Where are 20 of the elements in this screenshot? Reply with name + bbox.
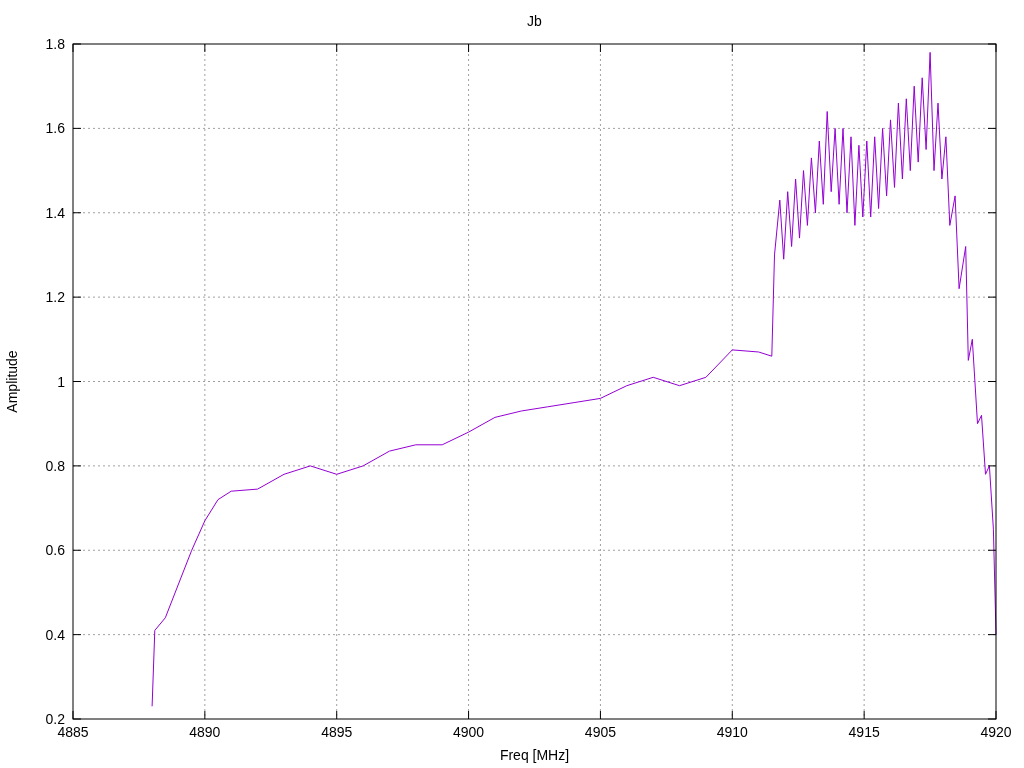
- axis-tick-label: 4905: [584, 724, 616, 740]
- axis-tick-label: 0.8: [45, 457, 65, 474]
- axis-tick-label: 4900: [453, 724, 485, 740]
- axis-tick-label: 0.6: [45, 542, 65, 559]
- axis-tick-label: 4895: [321, 724, 353, 740]
- chart-title: Jb: [527, 13, 542, 29]
- axis-tick-label: 4890: [189, 724, 221, 740]
- axis-tick-label: 1: [57, 373, 65, 390]
- axis-tick-label: 4920: [980, 724, 1012, 740]
- axis-tick-label: 4915: [848, 724, 880, 740]
- axis-tick-label: 1.2: [45, 289, 65, 306]
- axis-title: Amplitude: [4, 350, 20, 413]
- axis-tick-label: 4910: [716, 724, 748, 740]
- axis-tick-label: 0.4: [45, 626, 65, 643]
- axis-tick-label: 1.4: [45, 204, 65, 221]
- axis-tick-label: 0.2: [45, 711, 65, 727]
- axis-title: Freq [MHz]: [499, 747, 570, 763]
- axis-tick-label: 1.8: [45, 36, 65, 52]
- axis-tick-label: 4885: [57, 724, 89, 740]
- axis-tick-label: 1.6: [45, 120, 65, 137]
